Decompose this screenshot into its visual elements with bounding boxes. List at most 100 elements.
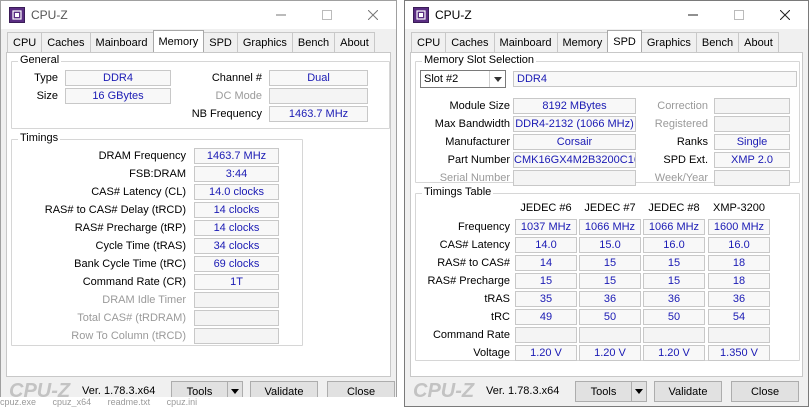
timing-cell: 15.0 <box>579 237 641 253</box>
timing-cell: 54 <box>708 309 770 325</box>
ranks-value: Single <box>714 134 790 150</box>
tab-about[interactable]: About <box>738 32 779 52</box>
background-item: cpuz_x64 <box>52 397 92 407</box>
tab-bench[interactable]: Bench <box>291 32 336 52</box>
general-group-label: General <box>18 54 62 66</box>
week-year-value <box>714 170 790 186</box>
timing-label: Cycle Time (tRAS) <box>95 240 186 252</box>
timing-label: RAS# Precharge (tRP) <box>74 222 186 234</box>
timing-cell: 1.350 V <box>708 345 770 361</box>
window-title: CPU-Z <box>31 8 68 22</box>
maximize-icon[interactable] <box>716 1 762 29</box>
spd-panel: Memory Slot Selection Slot #2 DDR4 Modul… <box>410 52 803 377</box>
background-item: cpuz.ini <box>166 397 198 407</box>
serial-number-label: Serial Number <box>439 172 510 184</box>
background-taskbar: cpuz.exe cpuz_x64 readme.txt cpuz.ini <box>0 397 404 407</box>
tab-graphics[interactable]: Graphics <box>640 32 697 52</box>
tab-caches[interactable]: Caches <box>445 32 495 52</box>
version-label: Ver. 1.78.3.x64 <box>486 385 560 397</box>
tab-about[interactable]: About <box>334 32 375 52</box>
timing-label: Bank Cycle Time (tRC) <box>74 258 186 270</box>
tab-spd[interactable]: SPD <box>607 30 642 52</box>
maximize-icon[interactable] <box>304 1 350 29</box>
column-header: JEDEC #7 <box>584 202 636 214</box>
tab-bench[interactable]: Bench <box>695 32 740 52</box>
tab-caches[interactable]: Caches <box>41 32 91 52</box>
slot-select[interactable]: Slot #2 <box>420 70 506 88</box>
part-number-value: CMK16GX4M2B3200C16 <box>513 152 636 168</box>
timing-cell: 1600 MHz <box>708 219 770 235</box>
timing-value: 3:44 <box>194 166 279 182</box>
tab-mainboard[interactable]: Mainboard <box>493 32 558 52</box>
timing-cell: 18 <box>708 255 770 271</box>
close-icon[interactable] <box>762 1 808 29</box>
tab-cpu[interactable]: CPU <box>411 32 447 52</box>
timing-row-label: RAS# Precharge <box>427 275 510 287</box>
size-value: 16 GBytes <box>65 88 171 104</box>
timing-value: 14 clocks <box>194 202 279 218</box>
title-bar[interactable]: CPU-Z <box>1 1 396 29</box>
validate-button[interactable]: Validate <box>654 381 722 402</box>
tab-memory[interactable]: Memory <box>556 32 609 52</box>
size-label: Size <box>36 90 58 102</box>
timing-cell: 15 <box>579 273 641 289</box>
timing-row-label: tRAS <box>484 293 510 305</box>
timing-row-label: Voltage <box>473 347 510 359</box>
cpuz-app-icon <box>9 7 25 23</box>
timings-group: Timings DRAM Frequency 1463.7 MHz FSB:DR… <box>11 132 303 346</box>
background-item: readme.txt <box>107 397 151 407</box>
registered-value <box>714 116 790 132</box>
timing-cell: 14 <box>515 255 577 271</box>
manufacturer-value: Corsair <box>513 134 636 150</box>
tab-cpu[interactable]: CPU <box>7 32 43 52</box>
timing-label: Total CAS# (tRDRAM) <box>77 312 186 324</box>
column-header: JEDEC #6 <box>520 202 572 214</box>
timing-value <box>194 328 279 344</box>
week-year-label: Week/Year <box>654 172 708 184</box>
column-header: XMP-3200 <box>713 202 765 214</box>
general-group: General Type DDR4 Size 16 GBytes Channel… <box>11 54 390 129</box>
slot-select-value: Slot #2 <box>424 73 459 85</box>
channel-value: Dual <box>269 70 368 86</box>
close-icon[interactable] <box>350 1 396 29</box>
timings-table-group-label: Timings Table <box>422 186 494 198</box>
tools-button[interactable]: Tools <box>575 381 632 402</box>
type-value: DDR4 <box>65 70 171 86</box>
timing-cell: 50 <box>643 309 705 325</box>
cpuz-brand-logo: CPU-Z <box>413 380 475 402</box>
timing-cell: 15 <box>515 273 577 289</box>
timing-cell: 35 <box>515 291 577 307</box>
minimize-icon[interactable] <box>670 1 716 29</box>
timing-cell: 1.20 V <box>515 345 577 361</box>
timing-label: CAS# Latency (CL) <box>91 186 186 198</box>
spd-ext-label: SPD Ext. <box>663 154 708 166</box>
timing-cell: 36 <box>579 291 641 307</box>
tools-dropdown-arrow-icon[interactable] <box>631 381 647 402</box>
timing-value <box>194 310 279 326</box>
tab-graphics[interactable]: Graphics <box>236 32 293 52</box>
timing-row-label: RAS# to CAS# <box>437 257 510 269</box>
correction-value <box>714 98 790 114</box>
timing-label: RAS# to CAS# Delay (tRCD) <box>44 204 186 216</box>
minimize-icon[interactable] <box>258 1 304 29</box>
type-label: Type <box>34 72 58 84</box>
manufacturer-label: Manufacturer <box>445 136 510 148</box>
correction-label: Correction <box>657 100 708 112</box>
timing-row-label: tRC <box>491 311 510 323</box>
part-number-label: Part Number <box>447 154 510 166</box>
registered-label: Registered <box>654 118 708 130</box>
cpuz-window-memory: CPU-Z CPU Caches Mainboard Memory SPD Gr… <box>0 0 397 407</box>
timing-cell <box>579 327 641 343</box>
close-button[interactable]: Close <box>731 381 799 402</box>
tab-spd[interactable]: SPD <box>203 32 238 52</box>
tab-strip: CPU Caches Mainboard Memory SPD Graphics… <box>411 30 779 52</box>
max-bandwidth-value: DDR4-2132 (1066 MHz) <box>513 116 636 132</box>
chevron-down-icon[interactable] <box>489 71 505 87</box>
title-bar[interactable]: CPU-Z <box>405 1 808 29</box>
tab-mainboard[interactable]: Mainboard <box>89 32 154 52</box>
timing-cell: 1037 MHz <box>515 219 577 235</box>
timing-value: 69 clocks <box>194 256 279 272</box>
timing-label: Command Rate (CR) <box>82 276 186 288</box>
tab-memory[interactable]: Memory <box>152 30 205 52</box>
timing-cell: 49 <box>515 309 577 325</box>
